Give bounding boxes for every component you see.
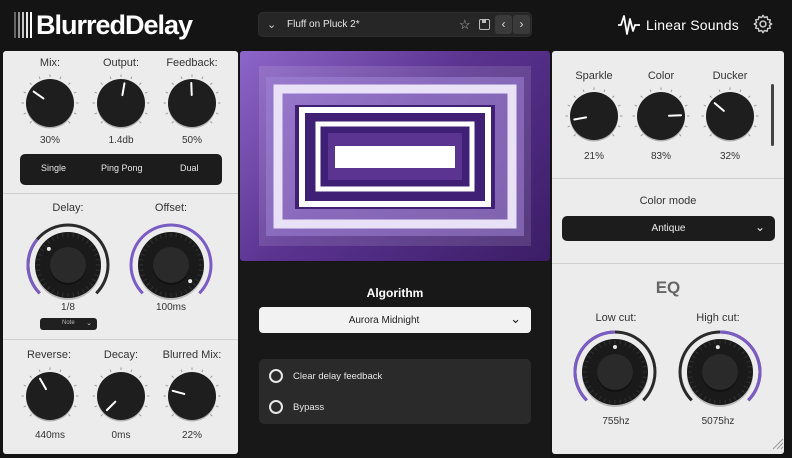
delay-knob[interactable] [23,220,113,310]
sparkle-knob[interactable] [564,86,624,146]
low-cut-label: Low cut: [595,312,637,324]
chevron-down-icon[interactable]: ⌄ [267,18,276,31]
feedback-label: Feedback: [166,57,218,69]
clear-delay-feedback-option[interactable]: Clear delay feedback [269,368,382,384]
mode-single-button[interactable]: Single [41,163,66,173]
blurred-mix-label: Blurred Mix: [162,349,222,361]
color-mode-value[interactable]: Antique [562,223,775,234]
low-cut-value: 755hz [602,416,630,427]
linear-sounds-logo-icon [618,15,640,35]
reverse-label: Reverse: [26,349,72,361]
high-cut-knob[interactable] [675,327,765,417]
reverse-value: 440ms [34,430,65,441]
clear-delay-feedback-radio[interactable] [269,369,283,383]
options-box: Clear delay feedback Bypass [259,359,531,424]
bypass-label[interactable]: Bypass [293,402,324,413]
delay-label: Delay: [52,202,84,214]
output-value: 1.4db [108,135,134,146]
color-knob[interactable] [631,86,691,146]
right-divider-1 [552,178,784,179]
top-bar: BlurredDelay ⌄ Fluff on Pluck 2* ☆ ‹ › L… [0,0,792,50]
eq-title: EQ [655,278,681,297]
left-divider-1 [3,193,238,194]
algorithm-visualizer [240,51,550,261]
color-value: 83% [650,151,671,162]
offset-label: Offset: [154,202,188,214]
mix-knob[interactable] [20,73,80,133]
brand: Linear Sounds [616,12,739,38]
note-select[interactable]: Note ⌄ [40,318,97,330]
visualizer-graphic [259,66,531,246]
delay-value: 1/8 [61,302,75,313]
brand-name: Linear Sounds [646,17,739,33]
chevron-down-icon[interactable]: ⌄ [755,220,765,234]
output-label: Output: [102,57,140,69]
chevron-down-icon[interactable]: ⌄ [86,319,92,327]
bypass-option[interactable]: Bypass [269,399,324,415]
star-icon[interactable]: ☆ [459,17,471,33]
mode-dual-button[interactable]: Dual [180,163,199,173]
high-cut-value: 5075hz [701,416,735,427]
decay-value: 0ms [111,430,131,441]
gear-icon[interactable] [752,13,774,35]
feedback-value: 50% [181,135,202,146]
high-cut-label: High cut: [696,312,740,324]
output-knob[interactable] [91,73,151,133]
ducker-value: 32% [719,151,740,162]
blurred-mix-knob[interactable] [162,366,222,426]
app-logo: BlurredDelay [14,9,193,40]
chevron-down-icon[interactable]: ⌄ [510,311,521,327]
decay-label: Decay: [103,349,139,361]
algorithm-label: Algorithm [366,286,424,300]
bypass-radio[interactable] [269,400,283,414]
algorithm-select-value[interactable]: Aurora Midnight [259,315,509,326]
offset-value: 100ms [155,302,186,313]
low-cut-knob[interactable] [570,327,660,417]
color-mode-select[interactable]: Antique ⌄ [562,216,775,241]
color-mode-label: Color mode [639,195,697,207]
color-label: Color [647,70,675,82]
ducker-label: Ducker [712,70,748,82]
offset-knob[interactable] [126,220,216,310]
clear-delay-feedback-label[interactable]: Clear delay feedback [293,371,382,382]
feedback-knob[interactable] [162,73,222,133]
right-divider-2 [552,263,784,264]
scrollbar[interactable] [771,84,774,146]
resize-grip-icon[interactable] [770,436,784,450]
preset-name[interactable]: Fluff on Pluck 2* [287,19,360,30]
save-icon[interactable] [479,19,490,30]
mix-label: Mix: [39,57,61,69]
ducker-knob[interactable] [700,86,760,146]
blurred-mix-value: 22% [181,430,202,441]
chevron-left-icon[interactable]: ‹ [495,15,512,34]
preset-selector[interactable]: ⌄ Fluff on Pluck 2* ☆ ‹ › [258,12,532,37]
mix-value: 30% [39,135,60,146]
logo-bars-icon [14,12,34,38]
algorithm-select[interactable]: Aurora Midnight ⌄ [259,307,531,333]
mode-ping-pong-button[interactable]: Ping Pong [101,163,143,173]
left-divider-2 [3,339,238,340]
app-title: BlurredDelay [36,9,193,40]
decay-knob[interactable] [91,366,151,426]
chevron-right-icon[interactable]: › [513,15,530,34]
note-select-value[interactable]: Note [62,320,75,326]
delay-mode-selector: Single Ping Pong Dual [20,154,222,185]
reverse-knob[interactable] [20,366,80,426]
